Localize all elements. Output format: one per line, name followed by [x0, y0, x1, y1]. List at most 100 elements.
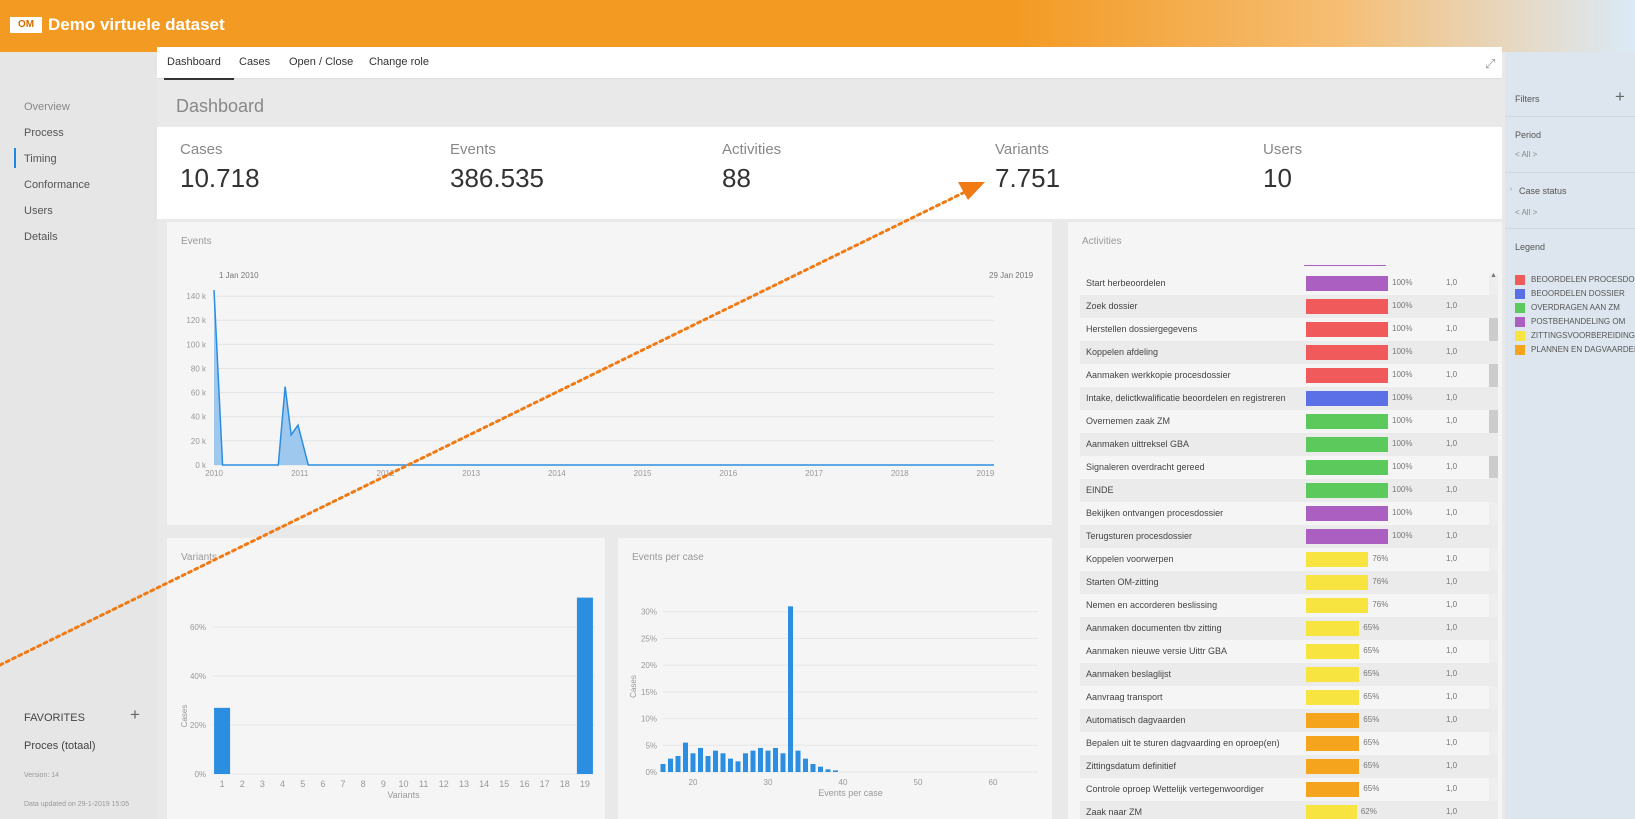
x-tick-label: 10 — [398, 779, 408, 789]
y-axis-label: Cases — [629, 675, 638, 698]
kpi-users-label: Users — [1263, 141, 1303, 158]
activity-percent: 100% — [1392, 508, 1413, 517]
activity-value: 1,0 — [1446, 531, 1458, 540]
activity-percent: 100% — [1392, 485, 1413, 494]
epc-bar — [705, 755, 711, 772]
activity-row[interactable]: Aanvraag transport 65% 1,0 — [1080, 686, 1498, 709]
activity-value: 1,0 — [1446, 784, 1458, 793]
activity-name: Herstellen dossiergegevens — [1086, 324, 1198, 334]
x-tick-label: 9 — [381, 779, 386, 789]
activity-row[interactable]: EINDE 100% 1,0 — [1080, 479, 1498, 502]
case-status-value[interactable]: < All > — [1515, 208, 1537, 217]
activity-row[interactable]: Bepalen uit te sturen dagvaarding en opr… — [1080, 732, 1498, 755]
activity-row[interactable]: Zittingsdatum definitief 65% 1,0 — [1080, 755, 1498, 778]
activity-row[interactable]: Herstellen dossiergegevens 100% 1,0 — [1080, 318, 1498, 341]
activity-name: Intake, delictkwalificatie beoordelen en… — [1086, 393, 1286, 403]
activity-row[interactable]: Nemen en accorderen beslissing 76% 1,0 — [1080, 594, 1498, 617]
activity-name: Automatisch dagvaarden — [1086, 715, 1186, 725]
activity-row[interactable]: Aanmaken documenten tbv zitting 65% 1,0 — [1080, 617, 1498, 640]
nav-item-timing[interactable]: Timing — [24, 153, 57, 165]
activity-row[interactable]: Zoek dossier 100% 1,0 — [1080, 295, 1498, 318]
activity-row[interactable]: Aanmaken nieuwe versie Uittr GBA 65% 1,0 — [1080, 640, 1498, 663]
x-tick-label: 7 — [341, 779, 346, 789]
nav-item-process[interactable]: Process — [24, 127, 64, 139]
favorite-item[interactable]: Proces (totaal) — [24, 740, 96, 752]
legend-label: PLANNEN EN DAGVAARDEN — [1531, 345, 1635, 354]
nav-item-details[interactable]: Details — [24, 231, 58, 243]
activity-row[interactable]: Automatisch dagvaarden 65% 1,0 — [1080, 709, 1498, 732]
activity-row[interactable]: Koppelen voorwerpen 76% 1,0 — [1080, 548, 1498, 571]
activity-bar — [1306, 322, 1388, 337]
activity-row[interactable]: Aanmaken uittreksel GBA 100% 1,0 — [1080, 433, 1498, 456]
activity-value: 1,0 — [1446, 347, 1458, 356]
tab-dashboard[interactable]: Dashboard — [167, 56, 221, 68]
expand-icon[interactable]: ⤢ — [1485, 56, 1495, 72]
activity-row[interactable]: Terugsturen procesdossier 100% 1,0 — [1080, 525, 1498, 548]
activity-name: Starten OM-zitting — [1086, 577, 1159, 587]
case-status-label[interactable]: Case status — [1519, 186, 1567, 196]
kpi-users-value: 10 — [1263, 163, 1292, 193]
activity-percent: 65% — [1363, 692, 1380, 701]
activity-name: EINDE — [1086, 485, 1114, 495]
activity-row[interactable]: Signaleren overdracht gereed 100% 1,0 — [1080, 456, 1498, 479]
activity-value: 1,0 — [1446, 692, 1458, 701]
kpi-events-value: 386.535 — [450, 163, 544, 193]
activity-row[interactable]: Controle oproep Wettelijk vertegenwoordi… — [1080, 778, 1498, 801]
x-tick-label: 16 — [519, 779, 529, 789]
activity-row[interactable]: Aanmaken werkkopie procesdossier 100% 1,0 — [1080, 364, 1498, 387]
epc-bar — [788, 606, 793, 772]
add-filter-button[interactable]: + — [1615, 87, 1625, 107]
activity-name: Zoek dossier — [1086, 301, 1138, 311]
activity-percent: 100% — [1392, 301, 1413, 310]
period-value[interactable]: < All > — [1515, 150, 1537, 159]
kpi-cases-label: Cases — [180, 141, 223, 158]
nav-item-overview[interactable]: Overview — [24, 101, 70, 113]
x-tick-label: 2016 — [719, 469, 737, 478]
nav-item-users[interactable]: Users — [24, 205, 53, 217]
activity-bar — [1306, 529, 1388, 544]
activity-bar — [1306, 690, 1360, 705]
activity-name: Signaleren overdracht gereed — [1086, 462, 1205, 472]
tab-change-role[interactable]: Change role — [369, 56, 429, 68]
activity-percent: 76% — [1372, 577, 1389, 586]
legend-swatch — [1515, 317, 1525, 327]
kpi-cases-value: 10.718 — [180, 163, 260, 193]
activity-row[interactable]: Starten OM-zitting 76% 1,0 — [1080, 571, 1498, 594]
tab-open-close[interactable]: Open / Close — [289, 56, 353, 68]
nav-item-conformance[interactable]: Conformance — [24, 179, 90, 191]
tab-cases[interactable]: Cases — [239, 56, 270, 68]
activity-value: 1,0 — [1446, 508, 1458, 517]
y-tick-label: 30% — [641, 608, 657, 617]
activity-name: Aanmaken beslaglijst — [1086, 669, 1172, 679]
period-label: Period — [1515, 130, 1542, 140]
activity-row[interactable]: Start herbeoordelen 100% 1,0 — [1080, 272, 1498, 295]
events-card: Events 1 Jan 2010 29 Jan 2019 0 k 20 k 40 … — [167, 222, 1052, 525]
activity-value: 1,0 — [1446, 738, 1458, 747]
activity-value: 1,0 — [1446, 600, 1458, 609]
left-sidebar — [0, 52, 157, 819]
variant-bar — [214, 707, 231, 774]
activity-value: 1,0 — [1446, 669, 1458, 678]
epc-bar — [825, 769, 831, 772]
legend-label: OVERDRAGEN AAN ZM — [1531, 303, 1620, 312]
filters-title: Filters — [1515, 94, 1540, 104]
legend-item: BEOORDELEN PROCESDOSSIER — [1515, 274, 1635, 286]
epc-bar — [683, 742, 688, 772]
x-tick-label: 50 — [914, 778, 923, 787]
activity-row[interactable]: Zaak naar ZM 62% 1,0 — [1080, 801, 1498, 819]
x-tick-label: 13 — [459, 779, 469, 789]
activity-row[interactable]: Overnemen zaak ZM 100% 1,0 — [1080, 410, 1498, 433]
epc-bar — [803, 758, 808, 772]
activity-value: 1,0 — [1446, 278, 1458, 287]
epc-bar — [698, 747, 703, 772]
activity-row[interactable]: Aanmaken beslaglijst 65% 1,0 — [1080, 663, 1498, 686]
activities-scroll-remnant — [1304, 265, 1386, 266]
activity-bar — [1306, 552, 1369, 567]
y-tick-label: 60% — [190, 623, 206, 632]
activity-row[interactable]: Koppelen afdeling 100% 1,0 — [1080, 341, 1498, 364]
chevron-right-icon[interactable]: › — [1510, 186, 1512, 193]
activity-row[interactable]: Intake, delictkwalificatie beoordelen en… — [1080, 387, 1498, 410]
activity-bar — [1306, 460, 1388, 475]
activity-row[interactable]: Bekijken ontvangen procesdossier 100% 1,0 — [1080, 502, 1498, 525]
add-favorite-button[interactable]: + — [130, 705, 140, 725]
